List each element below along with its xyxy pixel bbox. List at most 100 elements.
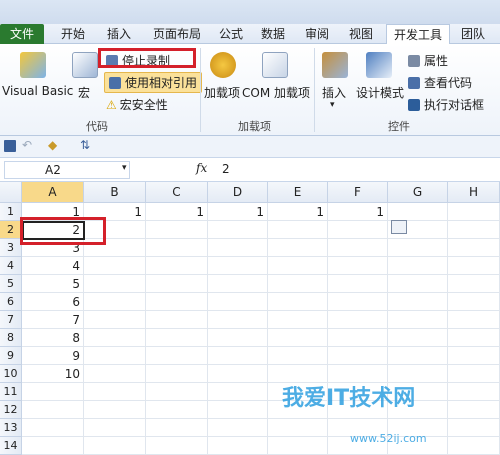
row-header[interactable]: 6 <box>0 293 22 311</box>
row-header[interactable]: 1 <box>0 203 22 221</box>
grid-cell[interactable] <box>208 347 268 365</box>
paste-options-icon[interactable] <box>391 220 407 234</box>
tab-formulas[interactable]: 公式 <box>214 24 248 44</box>
grid-cell[interactable] <box>208 419 268 437</box>
run-dialog-button[interactable]: 执行对话框 <box>408 96 484 113</box>
column-header[interactable]: F <box>328 182 388 203</box>
grid-cell[interactable] <box>388 311 448 329</box>
grid-cell[interactable] <box>84 257 146 275</box>
grid-cell[interactable] <box>84 329 146 347</box>
column-header[interactable]: G <box>388 182 448 203</box>
grid-cell[interactable] <box>448 239 500 257</box>
macros-icon[interactable] <box>72 52 98 78</box>
grid-cell[interactable] <box>448 401 500 419</box>
undo-icon[interactable]: ↶ <box>22 138 32 152</box>
grid-cell[interactable] <box>268 311 328 329</box>
com-addins-icon[interactable] <box>262 52 288 78</box>
tab-review[interactable]: 审阅 <box>300 24 334 44</box>
grid-cell[interactable] <box>328 311 388 329</box>
grid-cell[interactable] <box>84 365 146 383</box>
grid-cell[interactable] <box>146 257 208 275</box>
grid-cell[interactable] <box>268 347 328 365</box>
design-mode-icon[interactable] <box>366 52 392 78</box>
grid-cell[interactable] <box>84 401 146 419</box>
grid-cell[interactable] <box>146 437 208 455</box>
row-header[interactable]: 13 <box>0 419 22 437</box>
grid-cell[interactable] <box>146 311 208 329</box>
tab-page-layout[interactable]: 页面布局 <box>146 24 208 44</box>
grid-cell[interactable] <box>84 275 146 293</box>
grid-cell[interactable] <box>208 401 268 419</box>
grid-cell[interactable] <box>146 239 208 257</box>
row-header[interactable]: 2 <box>0 221 22 239</box>
grid-cell[interactable] <box>268 275 328 293</box>
grid-cell[interactable] <box>208 365 268 383</box>
insert-controls-icon[interactable] <box>322 52 348 78</box>
grid-cell[interactable] <box>388 347 448 365</box>
grid-cell[interactable] <box>388 275 448 293</box>
grid-cell[interactable] <box>84 311 146 329</box>
grid-cell[interactable] <box>208 293 268 311</box>
tab-team[interactable]: 团队 <box>456 24 490 44</box>
row-header[interactable]: 9 <box>0 347 22 365</box>
addins-button[interactable]: 加载项 <box>204 84 240 101</box>
column-header[interactable]: H <box>448 182 500 203</box>
column-header[interactable]: D <box>208 182 268 203</box>
grid-cell[interactable] <box>146 383 208 401</box>
grid-cell[interactable] <box>146 221 208 239</box>
grid-cell[interactable] <box>268 437 328 455</box>
grid-cell[interactable] <box>448 293 500 311</box>
grid-cell[interactable] <box>84 293 146 311</box>
tab-view[interactable]: 视图 <box>344 24 378 44</box>
com-addins-button[interactable]: COM 加载项 <box>242 84 310 101</box>
grid-cell[interactable] <box>388 257 448 275</box>
grid-cell[interactable] <box>448 203 500 221</box>
sort-icon[interactable]: ⇅ <box>80 138 90 152</box>
fill-color-icon[interactable]: ◆ <box>48 138 57 152</box>
grid-cell[interactable] <box>388 329 448 347</box>
grid-cell[interactable] <box>146 365 208 383</box>
grid-cell[interactable] <box>328 329 388 347</box>
grid-cell[interactable] <box>268 239 328 257</box>
view-code-button[interactable]: 查看代码 <box>408 74 472 91</box>
grid-cell[interactable] <box>448 437 500 455</box>
grid-cell[interactable] <box>146 329 208 347</box>
grid-cell[interactable] <box>328 239 388 257</box>
formula-input[interactable]: 2 <box>222 162 230 176</box>
grid-cell[interactable] <box>84 383 146 401</box>
row-header[interactable]: 5 <box>0 275 22 293</box>
column-header[interactable]: C <box>146 182 208 203</box>
grid-cell[interactable]: 9 <box>22 347 84 365</box>
grid-cell[interactable] <box>268 329 328 347</box>
grid-cell[interactable] <box>268 419 328 437</box>
tab-data[interactable]: 数据 <box>256 24 290 44</box>
grid-cell[interactable] <box>388 203 448 221</box>
grid-cell[interactable] <box>448 257 500 275</box>
grid-cell[interactable] <box>22 437 84 455</box>
save-icon[interactable] <box>4 140 16 152</box>
name-box[interactable]: A2 <box>4 161 130 179</box>
grid-cell[interactable]: 1 <box>208 203 268 221</box>
row-header[interactable]: 12 <box>0 401 22 419</box>
chevron-down-icon[interactable]: ▾ <box>330 100 335 110</box>
grid-cell[interactable] <box>388 239 448 257</box>
grid-cell[interactable] <box>22 401 84 419</box>
row-header[interactable]: 11 <box>0 383 22 401</box>
row-header[interactable]: 14 <box>0 437 22 455</box>
tab-file[interactable]: 文件 <box>0 24 44 44</box>
grid-cell[interactable]: 1 <box>146 203 208 221</box>
grid-cell[interactable] <box>208 275 268 293</box>
grid-cell[interactable] <box>84 419 146 437</box>
grid-cell[interactable] <box>268 257 328 275</box>
grid-cell[interactable] <box>22 419 84 437</box>
column-header[interactable]: B <box>84 182 146 203</box>
grid-cell[interactable] <box>22 383 84 401</box>
grid-cell[interactable] <box>208 257 268 275</box>
grid-cell[interactable] <box>268 221 328 239</box>
grid-cell[interactable] <box>328 221 388 239</box>
grid-cell[interactable] <box>448 275 500 293</box>
macro-security-button[interactable]: ⚠ 宏安全性 <box>106 96 168 113</box>
grid-cell[interactable]: 1 <box>328 203 388 221</box>
grid-cell[interactable] <box>146 401 208 419</box>
tab-developer[interactable]: 开发工具 <box>386 24 450 45</box>
